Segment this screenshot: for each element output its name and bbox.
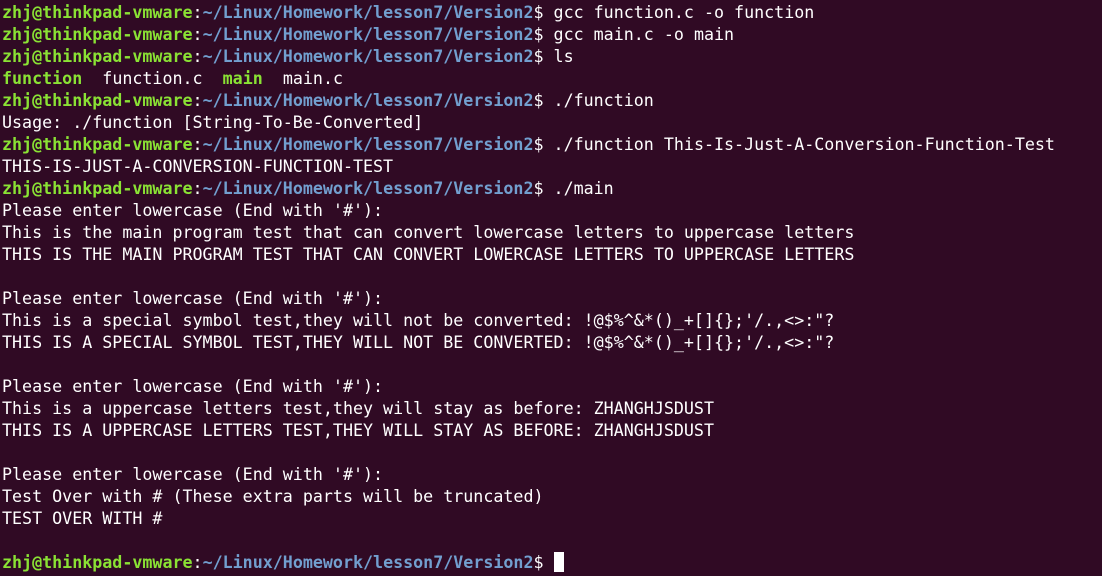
ls-output-line: function function.c main main.c bbox=[2, 68, 1055, 90]
prompt-line: zhj@thinkpad-vmware:~/Linux/Homework/les… bbox=[2, 178, 1055, 200]
prompt-dollar: $ bbox=[533, 179, 554, 198]
prompt-user: zhj@thinkpad-vmware bbox=[2, 3, 193, 22]
prompt-line: zhj@thinkpad-vmware:~/Linux/Homework/les… bbox=[2, 46, 1055, 68]
output-line: Please enter lowercase (End with '#'): bbox=[2, 288, 1055, 310]
prompt-path: ~/Linux/Homework/lesson7/Version2 bbox=[202, 553, 534, 572]
output-line: TEST OVER WITH # bbox=[2, 508, 1055, 530]
prompt-separator: : bbox=[192, 3, 203, 22]
prompt-separator: : bbox=[192, 179, 203, 198]
prompt-line: zhj@thinkpad-vmware:~/Linux/Homework/les… bbox=[2, 552, 1055, 574]
prompt-path: ~/Linux/Homework/lesson7/Version2 bbox=[202, 25, 534, 44]
output-text: THIS-IS-JUST-A-CONVERSION-FUNCTION-TEST bbox=[2, 157, 394, 176]
output-text: Please enter lowercase (End with '#'): bbox=[2, 465, 384, 484]
prompt-dollar: $ bbox=[533, 47, 554, 66]
output-line: Please enter lowercase (End with '#'): bbox=[2, 464, 1055, 486]
output-text: THIS IS A UPPERCASE LETTERS TEST,THEY WI… bbox=[2, 421, 714, 440]
prompt-user: zhj@thinkpad-vmware bbox=[2, 179, 193, 198]
prompt-separator: : bbox=[192, 25, 203, 44]
output-text: THIS IS THE MAIN PROGRAM TEST THAT CAN C… bbox=[2, 245, 855, 264]
output-text: Usage: ./function [String-To-Be-Converte… bbox=[2, 113, 424, 132]
prompt-user: zhj@thinkpad-vmware bbox=[2, 553, 193, 572]
prompt-separator: : bbox=[192, 47, 203, 66]
output-text: TEST OVER WITH # bbox=[2, 509, 163, 528]
prompt-line: zhj@thinkpad-vmware:~/Linux/Homework/les… bbox=[2, 90, 1055, 112]
output-line: THIS IS A UPPERCASE LETTERS TEST,THEY WI… bbox=[2, 420, 1055, 442]
output-text: THIS IS A SPECIAL SYMBOL TEST,THEY WILL … bbox=[2, 333, 835, 352]
output-line: THIS-IS-JUST-A-CONVERSION-FUNCTION-TEST bbox=[2, 156, 1055, 178]
terminal-window[interactable]: zhj@thinkpad-vmware:~/Linux/Homework/les… bbox=[0, 0, 1102, 576]
command-text: gcc function.c -o function bbox=[553, 3, 815, 22]
command-text: ./main bbox=[553, 179, 614, 198]
prompt-separator: : bbox=[192, 91, 203, 110]
prompt-dollar: $ bbox=[533, 135, 554, 154]
output-line: Test Over with # (These extra parts will… bbox=[2, 486, 1055, 508]
prompt-path: ~/Linux/Homework/lesson7/Version2 bbox=[202, 3, 534, 22]
output-text: This is a special symbol test,they will … bbox=[2, 311, 835, 330]
command-text: ./function bbox=[553, 91, 654, 110]
command-text: gcc main.c -o main bbox=[553, 25, 735, 44]
output-line: This is a special symbol test,they will … bbox=[2, 310, 1055, 332]
output-line: Usage: ./function [String-To-Be-Converte… bbox=[2, 112, 1055, 134]
command-text: ls bbox=[553, 47, 574, 66]
ls-executable-entry: function bbox=[2, 69, 83, 88]
prompt-path: ~/Linux/Homework/lesson7/Version2 bbox=[202, 135, 534, 154]
output-line: This is the main program test that can c… bbox=[2, 222, 1055, 244]
prompt-line: zhj@thinkpad-vmware:~/Linux/Homework/les… bbox=[2, 134, 1055, 156]
prompt-dollar: $ bbox=[533, 25, 554, 44]
output-text: Please enter lowercase (End with '#'): bbox=[2, 289, 384, 308]
terminal-cursor[interactable] bbox=[553, 552, 564, 572]
command-text: ./function This-Is-Just-A-Conversion-Fun… bbox=[553, 135, 1055, 154]
terminal-output: zhj@thinkpad-vmware:~/Linux/Homework/les… bbox=[2, 2, 1055, 574]
prompt-line: zhj@thinkpad-vmware:~/Linux/Homework/les… bbox=[2, 2, 1055, 24]
output-line: Please enter lowercase (End with '#'): bbox=[2, 376, 1055, 398]
prompt-user: zhj@thinkpad-vmware bbox=[2, 25, 193, 44]
output-text: Please enter lowercase (End with '#'): bbox=[2, 377, 384, 396]
prompt-user: zhj@thinkpad-vmware bbox=[2, 91, 193, 110]
prompt-dollar: $ bbox=[533, 3, 554, 22]
prompt-dollar: $ bbox=[533, 553, 554, 572]
prompt-user: zhj@thinkpad-vmware bbox=[2, 47, 193, 66]
output-line: Please enter lowercase (End with '#'): bbox=[2, 200, 1055, 222]
ls-file-entry: main.c bbox=[282, 69, 343, 88]
prompt-line: zhj@thinkpad-vmware:~/Linux/Homework/les… bbox=[2, 24, 1055, 46]
output-line: THIS IS THE MAIN PROGRAM TEST THAT CAN C… bbox=[2, 244, 1055, 266]
prompt-separator: : bbox=[192, 135, 203, 154]
output-text: This is a uppercase letters test,they wi… bbox=[2, 399, 714, 418]
output-line: THIS IS A SPECIAL SYMBOL TEST,THEY WILL … bbox=[2, 332, 1055, 354]
prompt-path: ~/Linux/Homework/lesson7/Version2 bbox=[202, 91, 534, 110]
output-text: Test Over with # (These extra parts will… bbox=[2, 487, 544, 506]
output-text: This is the main program test that can c… bbox=[2, 223, 855, 242]
prompt-dollar: $ bbox=[533, 91, 554, 110]
prompt-user: zhj@thinkpad-vmware bbox=[2, 135, 193, 154]
ls-file-entry: function.c bbox=[102, 69, 203, 88]
ls-executable-entry: main bbox=[222, 69, 263, 88]
prompt-path: ~/Linux/Homework/lesson7/Version2 bbox=[202, 179, 534, 198]
prompt-path: ~/Linux/Homework/lesson7/Version2 bbox=[202, 47, 534, 66]
output-text: Please enter lowercase (End with '#'): bbox=[2, 201, 384, 220]
prompt-separator: : bbox=[192, 553, 203, 572]
output-line: This is a uppercase letters test,they wi… bbox=[2, 398, 1055, 420]
